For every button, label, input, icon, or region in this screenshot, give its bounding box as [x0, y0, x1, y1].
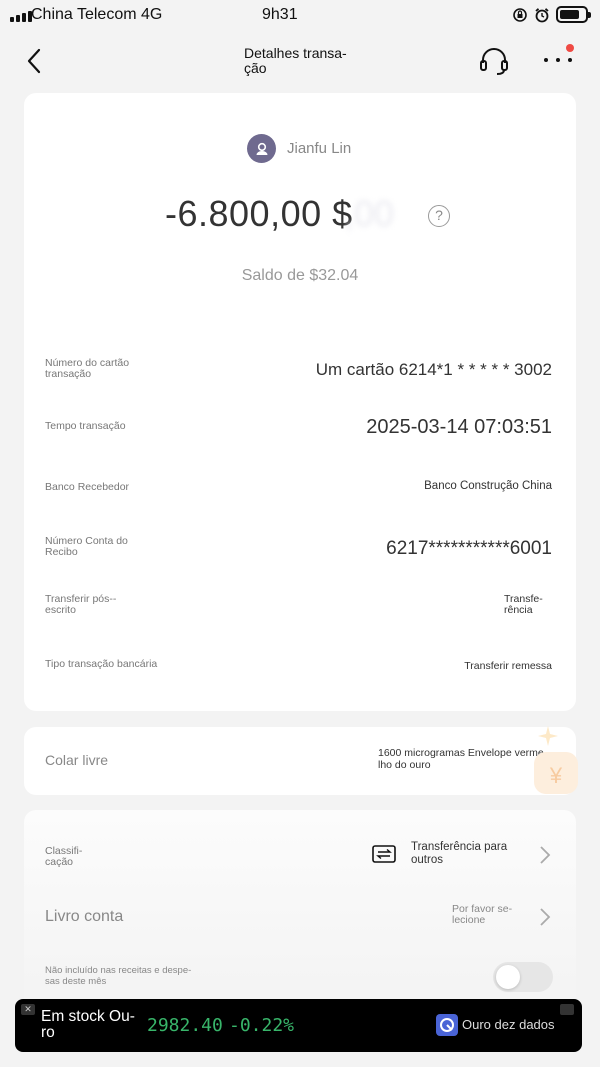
help-icon[interactable]: ?: [428, 205, 450, 227]
blurred-amount-overlay: ,00: [344, 193, 395, 234]
status-time: 9h31: [262, 6, 298, 23]
ticker-source: Ouro dez dados: [462, 1017, 555, 1032]
close-icon[interactable]: ✕: [21, 1004, 35, 1015]
back-button[interactable]: [22, 46, 50, 76]
orientation-lock-icon: [513, 7, 527, 22]
customer-service-button[interactable]: [478, 46, 510, 76]
detail-value: Transferir remessa: [464, 660, 552, 672]
payee[interactable]: Jianfu Lin: [247, 134, 351, 163]
gold-ticker[interactable]: ✕ Em stock Ou-ro 2982.40 -0.22% Ouro dez…: [15, 999, 582, 1052]
headset-icon: [480, 48, 508, 75]
account-book-value: Por favor se-lecione: [452, 903, 513, 926]
more-button[interactable]: [540, 44, 574, 72]
account-book-label: Livro conta: [45, 908, 124, 925]
exclude-label: Não incluído nas receitas e despe-sas de…: [45, 965, 192, 987]
app-logo-icon: [436, 1014, 458, 1036]
detail-value: Transfe-rência: [504, 593, 543, 616]
chevron-right-icon: [540, 846, 551, 864]
detail-label: Número Conta do Recibo: [45, 535, 128, 558]
detail-label: Transferir pós--escrito: [45, 593, 117, 616]
detail-label: Número do cartão transação: [45, 357, 130, 380]
battery-icon: [556, 6, 591, 23]
detail-label: Tipo transação bancária: [45, 658, 158, 670]
ticker-name: Em stock Ou-ro: [41, 1008, 135, 1041]
classification-row[interactable]: Classifi-cação Transferência para outros: [24, 840, 576, 876]
note-value: 1600 microgramas Envelope verme-lho do o…: [378, 747, 548, 771]
signal-icon: [10, 11, 32, 22]
chevron-right-icon: [540, 908, 551, 926]
exclude-toggle[interactable]: [493, 962, 553, 992]
classification-value: Transferência para outros: [411, 841, 508, 866]
status-icons: [512, 6, 591, 23]
ticker-price: 2982.40: [147, 1015, 223, 1036]
alarm-icon: [535, 7, 549, 22]
more-icon: [544, 58, 572, 62]
minimize-icon[interactable]: [560, 1004, 574, 1015]
carrier-name: China Telecom 4G: [31, 6, 163, 23]
back-icon: [27, 48, 41, 74]
payee-name: Jianfu Lin: [287, 140, 352, 157]
detail-value: Banco Construção China: [424, 480, 552, 492]
user-icon: [256, 142, 267, 155]
transaction-card: Jianfu Lin -6.800,00 $ ,00 ? Saldo de $3…: [24, 93, 576, 711]
detail-value: 6217***********6001: [386, 538, 552, 559]
balance-text: Saldo de $32.04: [241, 267, 359, 284]
avatar: [247, 134, 276, 163]
classification-label: Classifi-cação: [45, 845, 83, 868]
note-card[interactable]: Colar livre 1600 microgramas Envelope ve…: [24, 727, 576, 795]
transfer-icon: [372, 845, 396, 863]
notification-dot: [566, 44, 574, 52]
ticker-change: -0.22%: [229, 1015, 295, 1036]
detail-label: Banco Recebedor: [45, 481, 130, 493]
sparkle-icon: ¥: [534, 726, 578, 794]
detail-value: Um cartão 6214*1 * * * * * 3002: [315, 360, 552, 379]
status-bar: China Telecom 4G 9h31: [0, 0, 600, 32]
account-book-row[interactable]: Livro conta Por favor se-lecione: [24, 902, 576, 932]
classification-card: Classifi-cação Transferência para outros…: [24, 810, 576, 1010]
transaction-amount: -6.800,00 $: [165, 193, 353, 234]
svg-text:¥: ¥: [549, 763, 563, 788]
detail-label: Tempo transação: [45, 420, 126, 432]
page-title: Detalhes transa-ção: [244, 45, 347, 76]
nav-bar: Detalhes transa-ção: [0, 36, 600, 86]
note-label: Colar livre: [45, 752, 109, 768]
detail-value: 2025-03-14 07:03:51: [366, 416, 552, 438]
